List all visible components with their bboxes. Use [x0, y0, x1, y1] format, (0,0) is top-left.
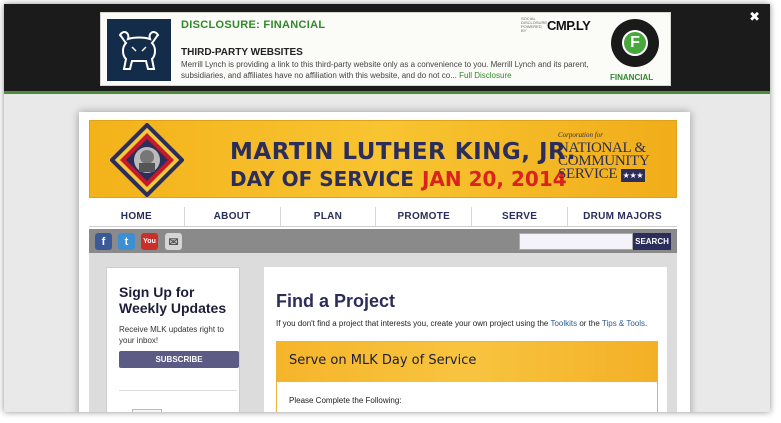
disclosure-panel: DISCLOSURE: FINANCIAL Social Disclosure …: [100, 12, 671, 86]
tips-tools-link[interactable]: Tips & Tools: [602, 319, 645, 328]
nav-serve[interactable]: SERVE: [472, 207, 568, 226]
search-button[interactable]: SEARCH: [633, 233, 671, 250]
nav-drum-majors[interactable]: DRUM MAJORS: [568, 207, 677, 226]
subscribe-button[interactable]: SUBSCRIBE: [119, 351, 239, 368]
nav-about[interactable]: ABOUT: [185, 207, 281, 226]
browser-frame: ✖ DISCLOSURE: FINANCIAL Social Disclosur…: [4, 4, 770, 412]
financial-badge-icon: F: [611, 19, 659, 67]
badge-letter: F: [622, 30, 648, 56]
disclosure-bar: ✖ DISCLOSURE: FINANCIAL Social Disclosur…: [4, 4, 770, 94]
full-disclosure-link[interactable]: Full Disclosure: [459, 71, 511, 80]
disclosure-heading: DISCLOSURE: FINANCIAL: [181, 19, 326, 31]
merrill-lynch-bull-logo: [107, 19, 171, 81]
serve-form-heading: Serve on MLK Day of Service: [277, 342, 657, 382]
social-search-bar: f t You ✉ SEARCH: [89, 229, 677, 253]
main-nav: HOME ABOUT PLAN PROMOTE SERVE DRUM MAJOR…: [89, 207, 677, 227]
search-input[interactable]: [519, 233, 633, 250]
cncs-service-text: SERVICE: [558, 166, 618, 182]
nav-plan[interactable]: PLAN: [281, 207, 377, 226]
twitter-icon[interactable]: t: [118, 233, 135, 250]
banner-day-of-service: DAY OF SERVICE: [230, 167, 414, 191]
disclosure-body: Merrill Lynch is providing a link to thi…: [181, 60, 589, 80]
disclosure-text: Merrill Lynch is providing a link to thi…: [181, 59, 593, 81]
sidebar-widget-stub[interactable]: [132, 409, 162, 412]
cmply-brand: CMP.LY: [547, 17, 591, 33]
nav-home[interactable]: HOME: [89, 207, 185, 226]
financial-label: FINANCIAL: [610, 73, 654, 82]
youtube-icon[interactable]: You: [141, 233, 158, 250]
sidebar-divider: [119, 390, 237, 391]
banner-date: JAN 20, 2014: [421, 167, 567, 191]
signup-sidebar: Sign Up for Weekly Updates Receive MLK u…: [106, 267, 240, 412]
page-title: Find a Project: [276, 291, 396, 311]
intro-suffix: .: [645, 319, 648, 328]
signup-title: Sign Up for Weekly Updates: [119, 284, 227, 316]
banner-subtitle: DAY OF SERVICE JAN 20, 2014: [230, 167, 567, 191]
site-container: MARTIN LUTHER KING, JR. DAY OF SERVICE JA…: [79, 112, 690, 412]
cncs-stars-icon: ★★★: [620, 169, 646, 182]
disclosure-subheading: THIRD-PARTY WEBSITES: [181, 47, 303, 58]
serve-form-instructions: Please Complete the Following:: [289, 396, 402, 405]
signup-text: Receive MLK updates right to your inbox!: [119, 325, 224, 345]
serve-form-box: Serve on MLK Day of Service Please Compl…: [276, 341, 658, 412]
mail-icon[interactable]: ✉: [165, 233, 182, 250]
mlk-emblem-icon: [110, 123, 184, 197]
intro-prefix: If you don't find a project that interes…: [276, 319, 551, 328]
cncs-line-service: SERVICE ★★★: [558, 166, 670, 182]
cmply-small-text: Social Disclosure Powered By: [521, 16, 548, 33]
facebook-icon[interactable]: f: [95, 233, 112, 250]
cncs-logo: Corporation for NATIONAL & COMMUNITY SER…: [558, 129, 670, 182]
intro-text: If you don't find a project that interes…: [276, 319, 666, 328]
cmply-logo: Social Disclosure Powered By CMP.LY: [521, 16, 591, 33]
nav-promote[interactable]: PROMOTE: [376, 207, 473, 226]
toolkits-link[interactable]: Toolkits: [550, 319, 577, 328]
main-content: Find a Project If you don't find a proje…: [264, 267, 667, 412]
banner-title: MARTIN LUTHER KING, JR.: [230, 139, 576, 165]
intro-mid: or the: [577, 319, 602, 328]
close-icon[interactable]: ✖: [749, 10, 760, 25]
site-banner[interactable]: MARTIN LUTHER KING, JR. DAY OF SERVICE JA…: [89, 120, 677, 198]
